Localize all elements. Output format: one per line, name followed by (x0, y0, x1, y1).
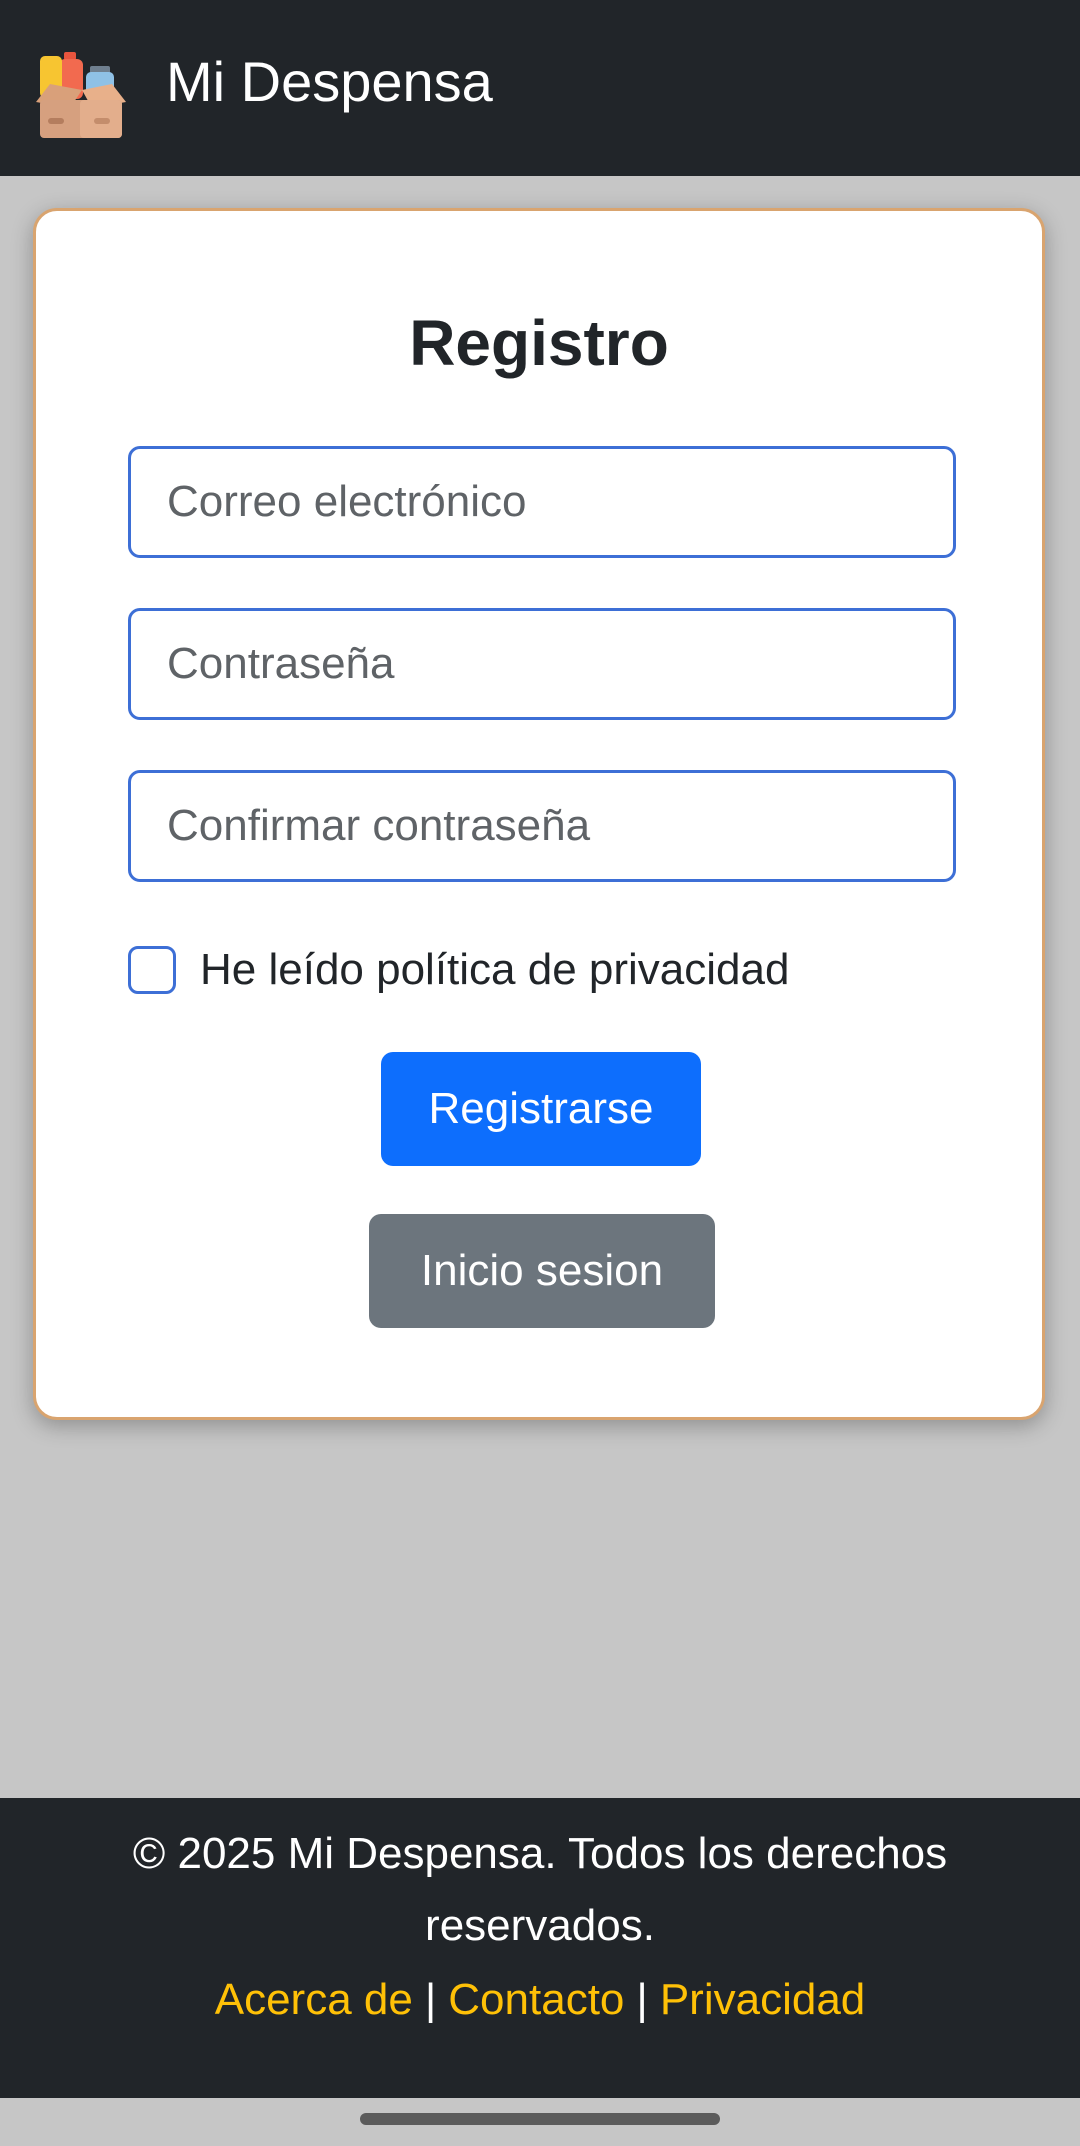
footer-links: Acerca de | Contacto | Privacidad (0, 1970, 1080, 2030)
link-separator: | (424, 1975, 437, 2024)
pantry-box-icon[interactable] (34, 44, 128, 140)
registration-card: Registro He leído política de privacidad… (33, 208, 1045, 1420)
privacy-checkbox[interactable] (128, 946, 176, 994)
register-button[interactable]: Registrarse (381, 1052, 701, 1166)
app-header: Mi Despensa (0, 0, 1080, 176)
confirm-password-field[interactable] (128, 770, 956, 882)
contact-link[interactable]: Contacto (448, 1975, 624, 2024)
app-title: Mi Despensa (166, 50, 493, 113)
privacy-consent[interactable]: He leído política de privacidad (128, 944, 789, 996)
page-footer: © 2025 Mi Despensa. Todos los derechos r… (0, 1798, 1080, 2098)
password-field[interactable] (128, 608, 956, 720)
privacy-link[interactable]: Privacidad (660, 1975, 865, 2024)
about-link[interactable]: Acerca de (215, 1975, 413, 2024)
login-button[interactable]: Inicio sesion (369, 1214, 715, 1328)
email-field[interactable] (128, 446, 956, 558)
privacy-label: He leído política de privacidad (200, 945, 790, 994)
link-separator: | (636, 1975, 648, 2024)
home-indicator[interactable] (360, 2113, 720, 2125)
copyright-text: © 2025 Mi Despensa. Todos los derechos r… (132, 1829, 948, 1950)
page-title: Registro (409, 307, 669, 379)
